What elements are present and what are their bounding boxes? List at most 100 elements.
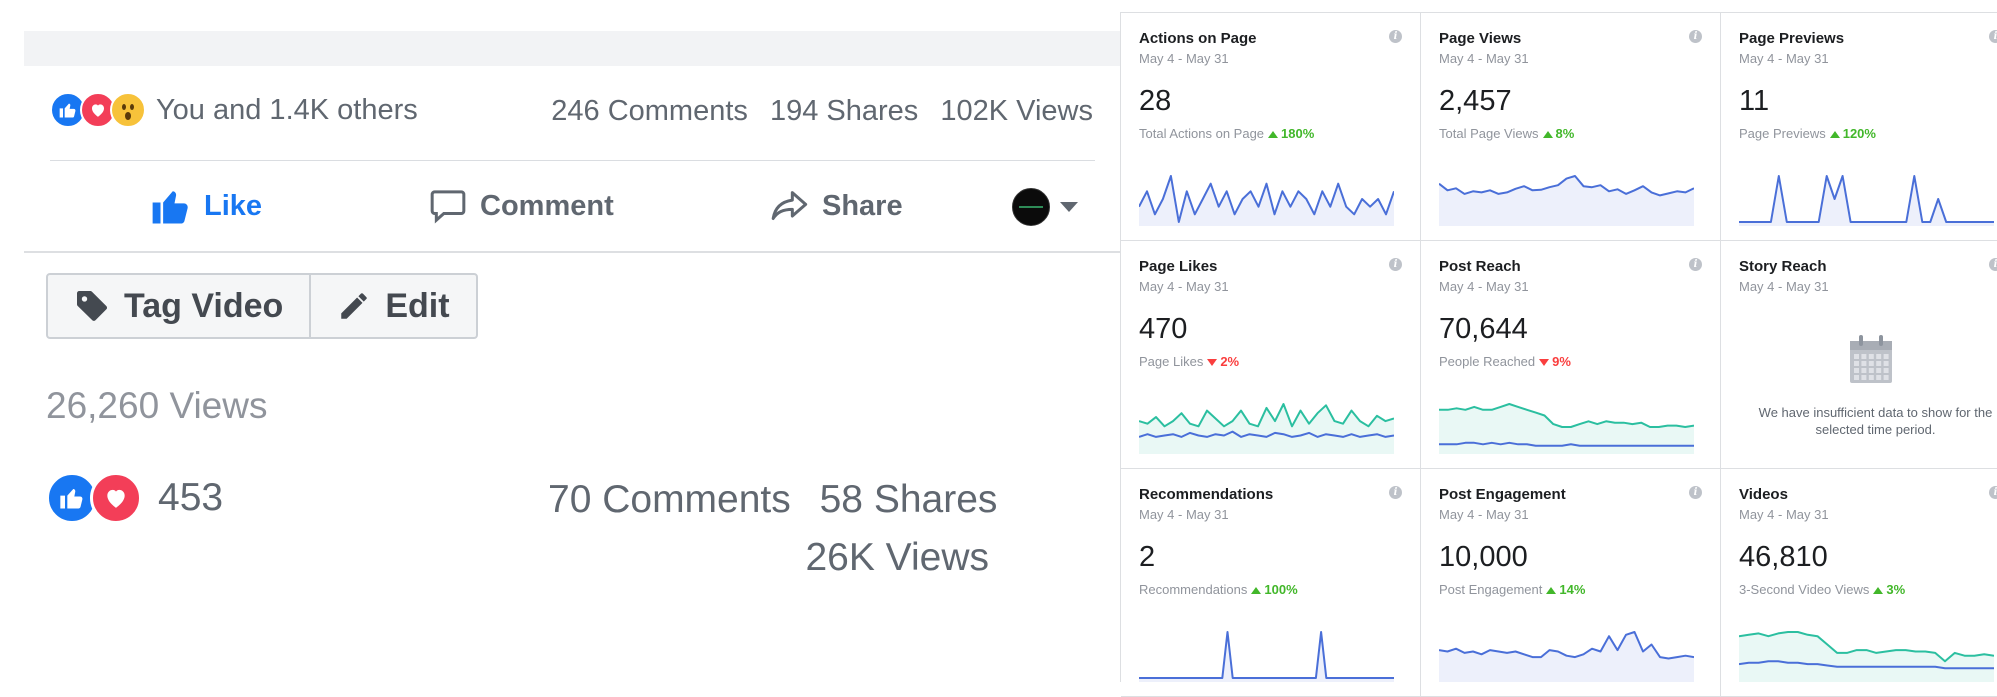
video-reactions[interactable]: 453 [46, 472, 223, 524]
sparkline-chart [1739, 175, 1994, 226]
card-value: 2 [1139, 541, 1156, 573]
post-as-selector[interactable] [1012, 188, 1078, 226]
post-reactions[interactable]: You and 1.4K others [50, 90, 418, 130]
card-metric-label: Page Likes [1139, 354, 1204, 369]
sparkline-area [1439, 176, 1694, 226]
shares-count[interactable]: 58 Shares [820, 478, 998, 521]
info-icon[interactable]: i [1389, 486, 1402, 499]
sparkline-chart [1139, 631, 1394, 682]
card-metric-label: 3-Second Video Views [1739, 582, 1870, 597]
share-button[interactable]: Share [768, 182, 903, 230]
sparkline-chart [1139, 403, 1394, 454]
card-metric-label: Post Engagement [1439, 582, 1543, 597]
edit-label: Edit [385, 286, 450, 325]
sparkline-chart [1439, 175, 1694, 226]
card-value: 470 [1139, 313, 1188, 345]
video-toolbar: Tag Video Edit [46, 273, 478, 339]
card-date-range: May 4 - May 31 [1139, 279, 1229, 294]
tag-video-label: Tag Video [124, 286, 284, 325]
insight-card[interactable]: Page Previews i May 4 - May 31 11 Page Previ… [1721, 13, 1997, 241]
insight-card[interactable]: Post Engagement i May 4 - May 31 10,000 Post… [1421, 469, 1721, 697]
card-metric-label: Total Actions on Page [1139, 126, 1265, 141]
change-indicator: 2% [1207, 354, 1239, 369]
card-date-range: May 4 - May 31 [1439, 51, 1529, 66]
insight-card[interactable]: Page Likes i May 4 - May 31 470 Page Likes 2% [1121, 241, 1421, 469]
insight-card[interactable]: Story Reach i May 4 - May 31 We have insuff… [1721, 241, 1997, 469]
insight-card[interactable]: Recommendations i May 4 - May 31 2 Recommend… [1121, 469, 1421, 697]
tag-icon [74, 288, 110, 324]
change-indicator: 3% [1873, 582, 1905, 597]
info-icon[interactable]: i [1989, 258, 1997, 271]
sparkline-chart [1139, 175, 1394, 226]
card-date-range: May 4 - May 31 [1139, 507, 1229, 522]
tag-video-button[interactable]: Tag Video [48, 275, 309, 337]
change-indicator: 120% [1830, 126, 1876, 141]
card-date-range: May 4 - May 31 [1439, 507, 1529, 522]
card-title: Videos [1739, 486, 1788, 503]
info-icon[interactable]: i [1989, 30, 1997, 43]
info-icon[interactable]: i [1689, 486, 1702, 499]
sparkline-area [1439, 632, 1694, 682]
video-views-total: 26,260 Views [46, 385, 268, 426]
info-icon[interactable]: i [1389, 30, 1402, 43]
insight-card[interactable]: Post Reach i May 4 - May 31 70,644 People Re… [1421, 241, 1721, 469]
card-metric-label: People Reached [1439, 354, 1536, 369]
sparkline-series [1139, 631, 1394, 679]
page-avatar [1012, 188, 1050, 226]
comment-button[interactable]: Comment [428, 182, 614, 230]
insight-card[interactable]: Page Views i May 4 - May 31 2,457 Total Page… [1421, 13, 1721, 241]
comment-bubble-icon [428, 186, 468, 226]
info-icon[interactable]: i [1689, 30, 1702, 43]
like-button[interactable]: Like [150, 182, 262, 230]
views-count: 102K Views [940, 95, 1093, 127]
post-divider [50, 160, 1095, 161]
post-top-bar [24, 31, 1120, 67]
change-indicator: 100% [1251, 582, 1297, 597]
card-title: Post Reach [1439, 258, 1521, 275]
shares-count[interactable]: 194 Shares [770, 95, 918, 127]
card-title: Actions on Page [1139, 30, 1257, 47]
love-reaction-icon [90, 472, 142, 524]
card-value: 10,000 [1439, 541, 1528, 573]
comments-count[interactable]: 70 Comments [548, 478, 791, 521]
card-metric-label: Total Page Views [1439, 126, 1539, 141]
card-subtitle: Recommendations 100% [1139, 582, 1298, 597]
card-metric-label: Recommendations [1139, 582, 1248, 597]
change-indicator: 9% [1539, 354, 1571, 369]
card-title: Post Engagement [1439, 486, 1566, 503]
comments-count[interactable]: 246 Comments [551, 95, 748, 127]
insight-card[interactable]: Actions on Page i May 4 - May 31 28 Total Ac… [1121, 13, 1421, 241]
card-subtitle: Page Likes 2% [1139, 354, 1239, 369]
sparkline-area [1139, 632, 1394, 682]
card-subtitle: Post Engagement 14% [1439, 582, 1585, 597]
sparkline-area [1139, 404, 1394, 454]
reaction-count: 453 [158, 476, 224, 519]
info-icon[interactable]: i [1389, 258, 1402, 271]
thumbs-up-icon [150, 185, 192, 227]
caret-down-icon [1060, 202, 1078, 212]
card-title: Page Likes [1139, 258, 1218, 275]
card-date-range: May 4 - May 31 [1739, 279, 1829, 294]
card-value: 11 [1739, 85, 1770, 117]
video-counts: 70 Comments 58 Shares [548, 478, 997, 522]
sparkline-area [1739, 632, 1994, 682]
insight-card[interactable]: Videos i May 4 - May 31 46,810 3-Second Vide… [1721, 469, 1997, 697]
card-title: Page Previews [1739, 30, 1845, 47]
video-views-short: 26K Views [805, 536, 989, 579]
card-date-range: May 4 - May 31 [1739, 507, 1829, 522]
card-title: Recommendations [1139, 486, 1274, 503]
post-counts: 246 Comments 194 Shares 102K Views [537, 95, 1093, 128]
comment-label: Comment [480, 189, 614, 222]
card-subtitle: Page Previews 120% [1739, 126, 1876, 141]
reaction-summary[interactable]: You and 1.4K others [156, 94, 418, 127]
info-icon[interactable]: i [1989, 486, 1997, 499]
card-subtitle: People Reached 9% [1439, 354, 1571, 369]
card-value: 46,810 [1739, 541, 1828, 573]
edit-button[interactable]: Edit [309, 275, 475, 337]
pencil-icon [337, 289, 371, 323]
sparkline-chart [1439, 403, 1694, 454]
info-icon[interactable]: i [1689, 258, 1702, 271]
sparkline-chart [1439, 631, 1694, 682]
share-label: Share [822, 189, 903, 222]
card-metric-label: Page Previews [1739, 126, 1826, 141]
